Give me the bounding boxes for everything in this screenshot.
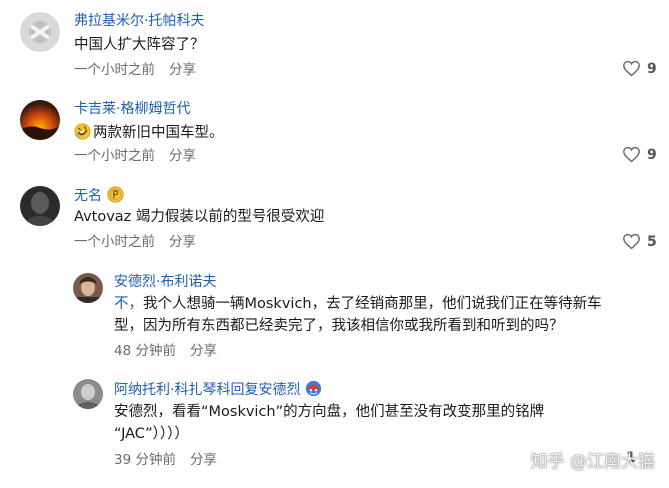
reply-text-line-1: 安德烈，看看“Moskvich”的方向盘，他们甚至没有改变那里的铭牌: [114, 404, 545, 420]
reply-author-row: 阿纳托利·科扎琴科回复安德烈: [114, 380, 322, 399]
captain-shield-icon: [306, 380, 322, 397]
reply-text-line-2: “JAC”））））: [114, 426, 189, 442]
comment-time: 一个小时之前: [74, 148, 155, 164]
comment-author[interactable]: 弗拉基米尔·托帕科夫: [74, 12, 204, 30]
share-button[interactable]: 分享: [169, 148, 196, 164]
avatar[interactable]: [73, 273, 103, 303]
like-count: 5: [647, 233, 657, 250]
comment-author[interactable]: 无名: [74, 188, 102, 204]
reply-meta: 48 分钟前 分享: [114, 342, 231, 360]
reply-text-line-2: 型，因为所有东西都已经卖完了，我该相信你或我所看到和听到的吗？: [114, 318, 564, 334]
like-count: 9: [647, 146, 657, 163]
comment-author[interactable]: 卡吉莱·格柳姆哲代: [74, 100, 190, 118]
reply-time: 48 分钟前: [114, 343, 176, 359]
avatar[interactable]: [20, 100, 60, 140]
comment-text: 中国人扩大阵容了？: [74, 37, 205, 53]
like-button[interactable]: 5: [622, 233, 657, 250]
reply-author[interactable]: 阿纳托利·科扎琴科回复安德烈: [114, 382, 300, 398]
reply-text-highlight: 不，: [114, 296, 143, 312]
heart-icon: [623, 146, 640, 163]
reply-text: 安德烈，看看“Moskvich”的方向盘，他们甚至没有改变那里的铭牌 “JAC”…: [114, 401, 664, 445]
comment-meta: 一个小时之前 分享: [74, 147, 210, 165]
comment-text: Avtovaz 竭力假装以前的型号很受欢迎: [74, 209, 325, 225]
avatar[interactable]: [73, 379, 103, 409]
coin-badge-icon: [107, 186, 124, 203]
comment-meta: 一个小时之前 分享: [74, 61, 210, 79]
like-button[interactable]: 9: [622, 60, 657, 77]
reply-meta: 39 分钟前 分享: [114, 451, 231, 469]
comment-3: 无名 Avtovaz 竭力假装以前的型号很受欢迎 一个小时之前 分享 5: [0, 176, 669, 264]
heart-icon: [623, 60, 640, 77]
reply-1: 安德烈·布利诺夫 不，我个人想骑一辆Moskvich，去了经销商那里，他们说我们…: [0, 264, 669, 369]
reply-text: 不，我个人想骑一辆Moskvich，去了经销商那里，他们说我们正在等待新车 型，…: [114, 293, 664, 337]
comment-2: 卡吉莱·格柳姆哲代 两款新旧中国车型。 一个小时之前 分享 9: [0, 88, 669, 176]
like-count: 9: [647, 60, 657, 77]
comment-1: 弗拉基米尔·托帕科夫 中国人扩大阵容了？ 一个小时之前 分享 9: [0, 0, 669, 88]
reply-author[interactable]: 安德烈·布利诺夫: [114, 273, 216, 291]
reply-text-line-1-rest: 我个人想骑一辆Moskvich，去了经销商那里，他们说我们正在等待新车: [143, 296, 602, 312]
share-button[interactable]: 分享: [190, 343, 217, 359]
comment-meta: 一个小时之前 分享: [74, 233, 210, 251]
heart-icon: [623, 233, 640, 250]
reply-text-line-1: 不，我个人想骑一辆Moskvich，去了经销商那里，他们说我们正在等待新车: [114, 293, 664, 315]
avatar[interactable]: [20, 12, 60, 52]
comment-time: 一个小时之前: [74, 62, 155, 78]
comment-time: 一个小时之前: [74, 234, 155, 250]
comment-text: 两款新旧中国车型。: [93, 125, 224, 141]
like-button[interactable]: 9: [622, 146, 657, 163]
share-button[interactable]: 分享: [169, 234, 196, 250]
comment-text-row: 两款新旧中国车型。: [74, 122, 224, 144]
reply-time: 39 分钟前: [114, 452, 176, 468]
share-button[interactable]: 分享: [190, 452, 217, 468]
rofl-emoji-icon: [74, 123, 91, 140]
share-button[interactable]: 分享: [169, 62, 196, 78]
avatar[interactable]: [20, 186, 60, 226]
watermark: 知乎 @江南大猫: [530, 452, 655, 472]
comment-author-row: 无名: [74, 186, 124, 205]
